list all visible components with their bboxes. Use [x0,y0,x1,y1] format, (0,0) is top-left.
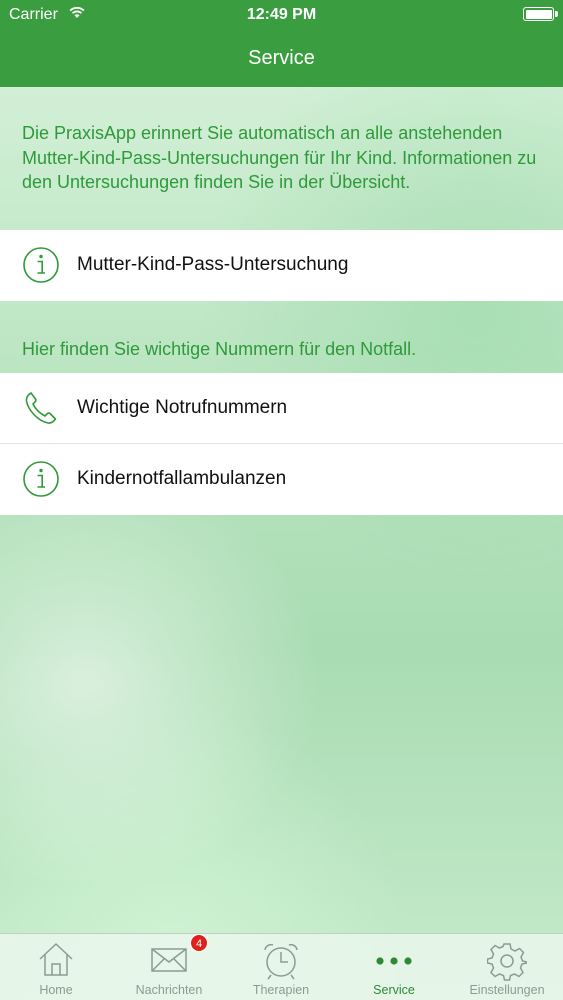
emergency-description: Hier finden Sie wichtige Nummern für den… [22,339,417,359]
alarm-clock-icon [264,943,298,980]
info-icon [23,461,59,497]
list-item-label: Kindernotfallambulanzen [77,468,287,489]
tab-bar: Home Nachrichten Therapien Service Einst… [0,933,563,1000]
more-dots-icon [376,957,412,965]
intro-description: Die PraxisApp erinnert Sie automatisch a… [22,123,537,192]
phone-icon [25,392,57,424]
tab-label: Einstellungen [469,983,545,997]
tab-label: Therapien [252,983,310,997]
list-item-label: Mutter-Kind-Pass-Untersuchung [77,254,349,275]
tab-label: Home [39,983,73,997]
tab-service[interactable]: Service [338,934,450,1000]
home-icon [39,943,73,976]
list-item-mutter-kind-pass[interactable]: Mutter-Kind-Pass-Untersuchung [0,230,563,301]
tab-label: Nachrichten [135,983,203,997]
list-item-kindernotfallambulanzen[interactable]: Kindernotfallambulanzen [0,444,563,515]
page-title: Service [248,47,315,69]
status-bar: Carrier 12:49 PM [0,0,563,30]
tab-therapien[interactable]: Therapien [225,934,337,1000]
list-item-notrufnummern[interactable]: Wichtige Notrufnummern [0,373,563,444]
navigation-header: Carrier 12:49 PM Service [0,0,563,87]
battery-icon [523,7,558,21]
gear-icon [487,943,527,981]
tab-nachrichten[interactable]: Nachrichten [113,934,225,1000]
tab-label: Service [373,983,415,997]
info-icon [23,247,59,283]
envelope-icon [151,948,187,972]
tab-einstellungen[interactable]: Einstellungen [451,934,563,1000]
tab-home[interactable]: Home [0,934,112,1000]
status-time: 12:49 PM [246,6,317,23]
list-item-label: Wichtige Notrufnummern [77,397,288,418]
unread-count-badge: 4 [190,934,208,952]
